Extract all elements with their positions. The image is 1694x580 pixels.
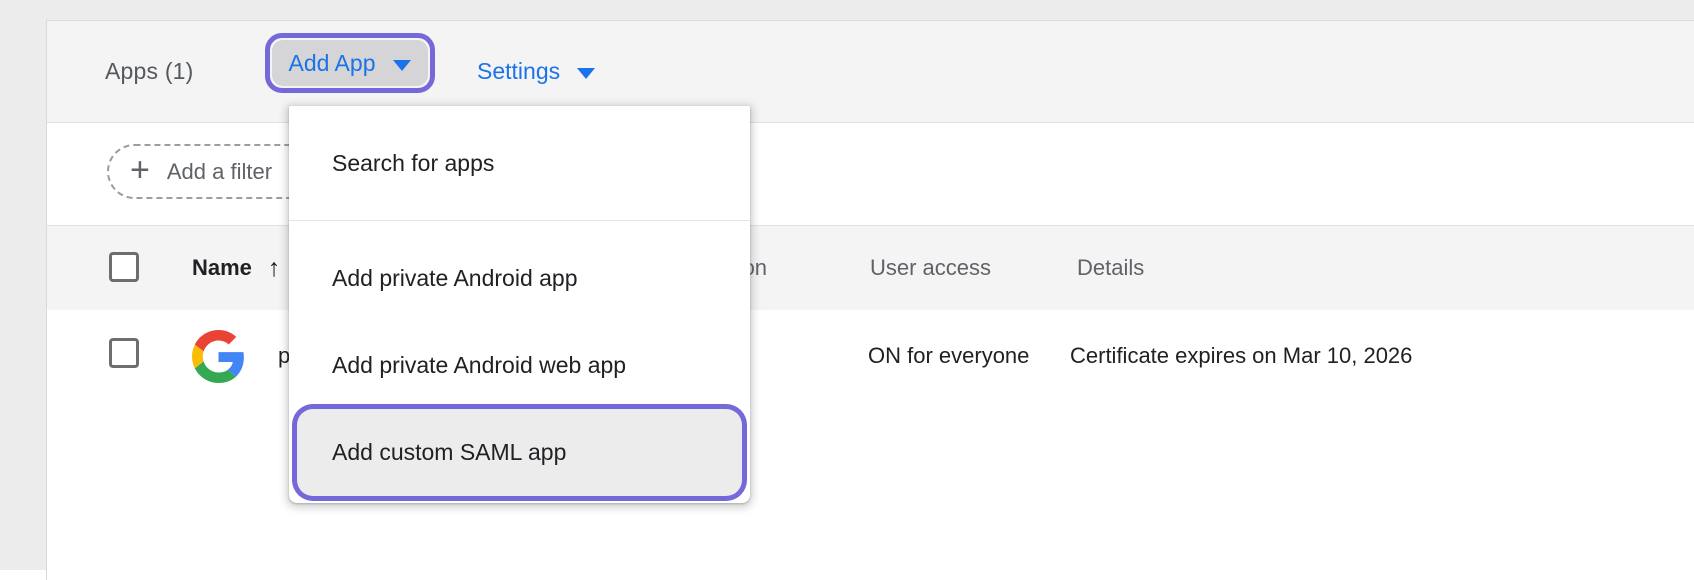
add-app-menu: Search for apps Add private Android app … <box>289 106 750 503</box>
apps-panel: Apps (1) Add App Settings + Add a filter… <box>46 20 1694 580</box>
user-access-value: ON for everyone <box>868 310 1029 402</box>
column-header-name-label: Name <box>192 255 252 281</box>
chevron-down-icon <box>577 68 595 79</box>
plus-icon: + <box>130 153 150 187</box>
add-app-button-label: Add App <box>289 50 376 77</box>
add-app-button-highlight-ring: Add App <box>265 33 435 93</box>
menu-item-add-private-android-app[interactable]: Add private Android app <box>289 235 750 322</box>
menu-item-add-private-android-web-app[interactable]: Add private Android web app <box>289 322 750 409</box>
page-title: Apps (1) <box>105 21 194 122</box>
add-app-button[interactable]: Add App <box>272 40 428 86</box>
sort-ascending-icon: ↑ <box>268 254 281 283</box>
column-header-details[interactable]: Details <box>1077 226 1144 310</box>
menu-group: Add private Android app Add private Andr… <box>289 221 750 496</box>
menu-item-add-custom-saml-app[interactable]: Add custom SAML app <box>297 409 742 496</box>
column-header-name[interactable]: Name ↑ <box>192 226 280 310</box>
menu-item-search-for-apps[interactable]: Search for apps <box>289 106 750 220</box>
column-header-user-access[interactable]: User access <box>870 226 991 310</box>
settings-button-label: Settings <box>477 58 560 85</box>
select-all-checkbox[interactable] <box>109 252 139 282</box>
details-value: Certificate expires on Mar 10, 2026 <box>1070 310 1412 402</box>
google-logo-icon <box>192 330 245 383</box>
add-filter-label: Add a filter <box>167 159 272 185</box>
page-bottom-corner <box>0 570 46 580</box>
row-checkbox[interactable] <box>109 338 139 368</box>
chevron-down-icon <box>393 60 411 71</box>
